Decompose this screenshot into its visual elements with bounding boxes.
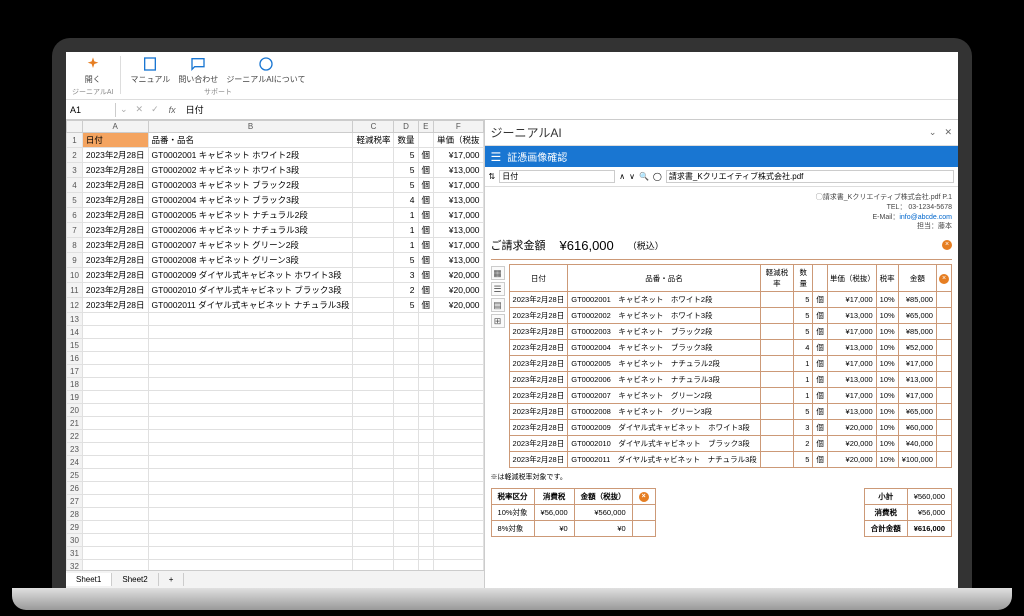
info-icon — [258, 56, 274, 72]
filter-icon[interactable]: ⇅ — [489, 172, 496, 181]
chat-icon — [190, 56, 206, 72]
table-row[interactable]: 2023年2月28日GT0002005 キャビネット ナチュラル2段1個¥17,… — [509, 356, 951, 372]
sheet-tabs: Sheet1 Sheet2 + — [66, 570, 484, 588]
sheet-tab[interactable]: Sheet2 — [112, 573, 158, 586]
table-row[interactable]: 1日付品番・品名軽減税率数量単価（税抜 — [67, 133, 484, 148]
tool-icon[interactable]: ☰ — [491, 282, 505, 296]
invoice-total-row: ご請求金額 ¥616,000 （税込） × — [491, 234, 952, 260]
table-row[interactable]: 15 — [67, 339, 484, 352]
ribbon-manual-button[interactable]: マニュアル — [127, 56, 175, 85]
table-row[interactable]: 2023年2月28日GT0002008 キャビネット グリーン3段5個¥13,0… — [509, 404, 951, 420]
table-row[interactable]: 92023年2月28日GT0002008 キャビネット グリーン3段5個¥13,… — [67, 253, 484, 268]
total-summary-table: 小計¥560,000 消費税¥56,000 合計金額¥616,000 — [864, 488, 952, 537]
ribbon-about-button[interactable]: ジーニアルAIについて — [222, 56, 309, 85]
table-row[interactable]: 23 — [67, 443, 484, 456]
panel-blue-bar: ☰ 証憑画像確認 — [485, 146, 958, 167]
table-row[interactable]: 20 — [67, 404, 484, 417]
tool-icon[interactable]: ▤ — [491, 298, 505, 312]
panel-tools: ⇅ ∧ ∨ 🔍 ◯ — [485, 167, 958, 187]
formula-input[interactable]: 日付 — [182, 101, 958, 118]
ribbon-inquiry-button[interactable]: 問い合わせ — [174, 56, 222, 85]
ribbon-open-button[interactable]: 開く — [81, 56, 105, 85]
ai-panel: ジーニアルAI ⌄ ✕ ☰ 証憑画像確認 ⇅ ∧ ∨ 🔍 ◯ ◯請求書_Kクリエ… — [485, 120, 958, 588]
panel-bar-title: 証憑画像確認 — [507, 149, 567, 164]
search-icon[interactable]: 🔍 — [639, 172, 649, 181]
table-row[interactable]: 72023年2月28日GT0002006 キャビネット ナチュラル3段1個¥13… — [67, 223, 484, 238]
fx-label[interactable]: fx — [163, 105, 182, 115]
fb-dropdown-icon[interactable]: ⌄ — [116, 104, 132, 115]
next-icon[interactable]: ∨ — [629, 172, 635, 181]
book-icon — [142, 56, 158, 72]
hamburger-icon[interactable]: ☰ — [491, 150, 502, 164]
file-name-field[interactable] — [666, 170, 954, 183]
close-icon[interactable]: ✕ — [944, 127, 952, 138]
table-row[interactable]: 21 — [67, 417, 484, 430]
table-row[interactable]: 17 — [67, 365, 484, 378]
doc-info: ◯請求書_Kクリエイティブ株式会社.pdf P.1 TEL： 03-1234-5… — [816, 193, 952, 232]
panel-dropdown-icon[interactable]: ⌄ — [929, 127, 937, 138]
panel-title: ジーニアルAI — [491, 124, 562, 141]
table-row[interactable]: 2023年2月28日GT0002007 キャビネット グリーン2段1個¥17,0… — [509, 388, 951, 404]
ribbon-group-label: ジーニアルAI — [72, 87, 114, 97]
table-row[interactable]: 19 — [67, 391, 484, 404]
table-row[interactable]: 2023年2月28日GT0002002 キャビネット ホワイト3段5個¥13,0… — [509, 308, 951, 324]
table-row[interactable]: 18 — [67, 378, 484, 391]
prev-icon[interactable]: ∧ — [619, 172, 625, 181]
table-row[interactable]: 82023年2月28日GT0002007 キャビネット グリーン2段1個¥17,… — [67, 238, 484, 253]
email-link[interactable]: info@abcde.com — [899, 214, 952, 221]
table-row[interactable]: 13 — [67, 313, 484, 326]
table-row[interactable]: 62023年2月28日GT0002005 キャビネット ナチュラル2段1個¥17… — [67, 208, 484, 223]
formula-bar: A1 ⌄ ✕ ✓ fx 日付 — [66, 100, 958, 120]
spreadsheet-grid[interactable]: A B C D E F 1日付品番・品名軽減税率数量単価（税抜22023年2月2… — [66, 120, 484, 570]
table-row[interactable]: 29 — [67, 521, 484, 534]
table-row[interactable]: 30 — [67, 534, 484, 547]
sparkle-icon — [85, 56, 101, 72]
table-row[interactable]: 2023年2月28日GT0002004 キャビネット ブラック3段4個¥13,0… — [509, 340, 951, 356]
tool-icon[interactable]: ▦ — [491, 266, 505, 280]
table-row[interactable]: 16 — [67, 352, 484, 365]
radio-icon[interactable]: ◯ — [653, 172, 662, 181]
table-row[interactable]: 14 — [67, 326, 484, 339]
badge-icon[interactable]: × — [942, 240, 952, 250]
sheet-tab[interactable]: Sheet1 — [66, 573, 112, 586]
tax-summary-table: 税率区分消費税金額（税抜）× 10%対象¥56,000¥560,000 8%対象… — [491, 488, 656, 537]
ribbon-group-label: サポート — [204, 87, 232, 97]
table-row[interactable]: 102023年2月28日GT0002009 ダイヤル式キャビネット ホワイト3段… — [67, 268, 484, 283]
table-row[interactable]: 31 — [67, 547, 484, 560]
table-row[interactable]: 24 — [67, 456, 484, 469]
table-row[interactable]: 112023年2月28日GT0002010 ダイヤル式キャビネット ブラック3段… — [67, 283, 484, 298]
reduced-tax-note: ※は軽減税率対象です。 — [491, 468, 952, 486]
invoice-amount: ¥616,000 — [560, 238, 614, 253]
add-sheet-button[interactable]: + — [159, 573, 185, 586]
name-box[interactable]: A1 — [66, 103, 116, 117]
table-row[interactable]: 22023年2月28日GT0002001 キャビネット ホワイト2段5個¥17,… — [67, 148, 484, 163]
table-row[interactable]: 2023年2月28日GT0002006 キャビネット ナチュラル3段1個¥13,… — [509, 372, 951, 388]
table-row[interactable]: 2023年2月28日GT0002010 ダイヤル式キャビネット ブラック3段2個… — [509, 436, 951, 452]
document-table: 日付品番・品名軽減税率数量単価（税抜）税率金額× 2023年2月28日GT000… — [509, 264, 952, 468]
table-row[interactable]: 2023年2月28日GT0002003 キャビネット ブラック2段5個¥17,0… — [509, 324, 951, 340]
table-row[interactable]: 42023年2月28日GT0002003 キャビネット ブラック2段5個¥17,… — [67, 178, 484, 193]
table-row[interactable]: 122023年2月28日GT0002011 ダイヤル式キャビネット ナチュラル3… — [67, 298, 484, 313]
table-row[interactable]: 32023年2月28日GT0002002 キャビネット ホワイト3段5個¥13,… — [67, 163, 484, 178]
table-row[interactable]: 2023年2月28日GT0002009 ダイヤル式キャビネット ホワイト3段3個… — [509, 420, 951, 436]
search-input[interactable] — [499, 170, 615, 183]
table-row[interactable]: 22 — [67, 430, 484, 443]
table-row[interactable]: 32 — [67, 560, 484, 571]
table-row[interactable]: 25 — [67, 469, 484, 482]
spreadsheet-area: A B C D E F 1日付品番・品名軽減税率数量単価（税抜22023年2月2… — [66, 120, 485, 588]
table-row[interactable]: 2023年2月28日GT0002011 ダイヤル式キャビネット ナチュラル3段5… — [509, 452, 951, 468]
table-row[interactable]: 2023年2月28日GT0002001 キャビネット ホワイト2段5個¥17,0… — [509, 292, 951, 308]
table-row[interactable]: 52023年2月28日GT0002004 キャビネット ブラック3段4個¥13,… — [67, 193, 484, 208]
tool-icon[interactable]: ⊞ — [491, 314, 505, 328]
table-row[interactable]: 26 — [67, 482, 484, 495]
table-row[interactable]: 28 — [67, 508, 484, 521]
ribbon-toolbar: 開く ジーニアルAI マニュアル 問い合わせ ジーニアルAIについて サポート — [66, 52, 958, 100]
table-row[interactable]: 27 — [67, 495, 484, 508]
